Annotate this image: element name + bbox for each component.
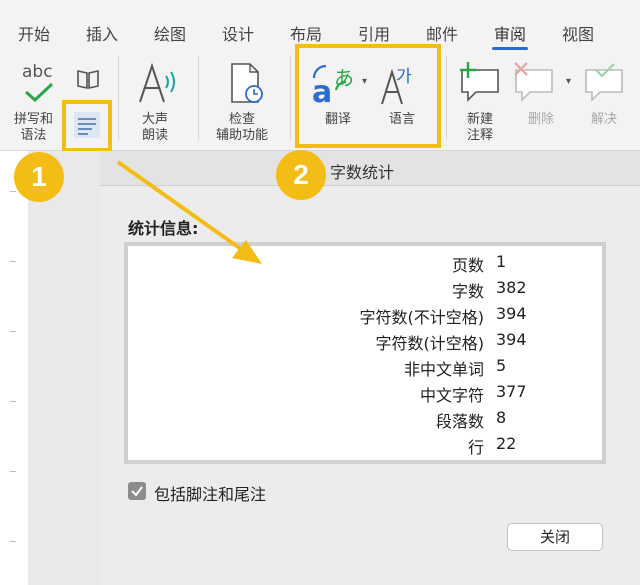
word-count-highlight-frame — [62, 100, 112, 152]
stat-row: 字符数(计空格) 394 — [128, 330, 602, 356]
stat-label-lines: 行 — [467, 438, 484, 457]
stat-row: 中文字符 377 — [128, 382, 602, 408]
stat-label-chars-with-spaces: 字符数(计空格) — [375, 334, 485, 353]
dialog-title-bar: 字数统计 — [100, 151, 640, 186]
include-footnotes-checkbox[interactable] — [128, 482, 146, 500]
tab-home[interactable]: 开始 — [18, 21, 50, 45]
stat-value-chars-no-spaces: 394 — [496, 304, 527, 323]
checkbox-check-icon — [131, 486, 143, 497]
dialog-title: 字数统计 — [330, 163, 395, 182]
thesaurus-book-icon[interactable] — [76, 68, 100, 90]
callout-badge-2: 2 — [276, 150, 326, 200]
stat-label-paragraphs: 段落数 — [435, 412, 484, 431]
document-area — [28, 151, 100, 585]
tab-view[interactable]: 视图 — [562, 21, 594, 45]
stat-row: 字符数(不计空格) 394 — [128, 304, 602, 330]
read-aloud-icon — [139, 62, 175, 103]
tab-mailings[interactable]: 邮件 — [426, 21, 458, 45]
close-button[interactable]: 关闭 — [507, 523, 603, 551]
tab-insert[interactable]: 插入 — [86, 21, 118, 45]
new-comment-label-line1: 新建 — [467, 112, 494, 127]
chevron-down-icon[interactable]: ▾ — [566, 76, 571, 87]
tab-review[interactable]: 审阅 — [491, 21, 529, 50]
stat-label-words: 字数 — [451, 282, 484, 301]
read-aloud-label-line1: 大声 — [142, 112, 169, 127]
tab-layout[interactable]: 布局 — [290, 21, 322, 45]
accessibility-label-line1: 检查 — [229, 112, 256, 127]
stat-row: 行 22 — [128, 434, 602, 460]
tab-references[interactable]: 引用 — [358, 21, 390, 45]
tab-design[interactable]: 设计 — [222, 21, 254, 45]
stat-label-pages: 页数 — [451, 256, 484, 275]
resolve-label: 解决 — [591, 112, 618, 127]
checkmark-icon — [25, 82, 54, 102]
ribbon-review-panel: abc 拼写和 语法 大声 朗读 检查 辅助功能 a あ ▾ 翻译 가 语言 新… — [0, 44, 640, 152]
stat-value-non-chinese-words: 5 — [496, 356, 507, 375]
new-comment-label-line2: 注释 — [467, 128, 494, 143]
tab-draw[interactable]: 绘图 — [154, 21, 186, 45]
spelling-label-line1: 拼写和 — [14, 112, 54, 127]
stat-row: 段落数 8 — [128, 408, 602, 434]
read-aloud-label-line2: 朗读 — [142, 128, 169, 143]
stat-label-chinese-chars: 中文字符 — [419, 386, 484, 405]
delete-label: 删除 — [528, 112, 555, 127]
stat-row: 非中文单词 5 — [128, 356, 602, 382]
stat-label-non-chinese-words: 非中文单词 — [403, 360, 484, 379]
delete-comment-icon — [514, 62, 553, 102]
stat-row: 字数 382 — [128, 278, 602, 304]
vertical-ruler — [0, 151, 29, 585]
statistics-header: 统计信息: — [128, 219, 199, 238]
word-count-dialog: 字数统计 统计信息: 页数 1 字数 382 字符数(不计空格) 394 字符数… — [100, 151, 640, 585]
ribbon-tab-bar: 开始 插入 绘图 设计 布局 引用 邮件 审阅 视图 — [0, 0, 640, 50]
stat-value-chinese-chars: 377 — [496, 382, 527, 401]
new-comment-icon — [460, 62, 499, 102]
resolve-comment-icon — [585, 63, 623, 102]
include-footnotes-label[interactable]: 包括脚注和尾注 — [154, 481, 266, 505]
statistics-box: 页数 1 字数 382 字符数(不计空格) 394 字符数(计空格) 394 非… — [124, 242, 606, 464]
abc-check-icon-text: abc — [22, 62, 53, 82]
stat-value-words: 382 — [496, 278, 527, 297]
stat-value-paragraphs: 8 — [496, 408, 507, 427]
spelling-label-line2: 语法 — [20, 128, 47, 143]
language-group-highlight-frame — [295, 44, 441, 148]
stat-row: 页数 1 — [128, 252, 602, 278]
stat-label-chars-no-spaces: 字符数(不计空格) — [359, 308, 485, 327]
stat-value-lines: 22 — [496, 434, 517, 453]
accessibility-label-line2: 辅助功能 — [216, 128, 269, 143]
stat-value-chars-with-spaces: 394 — [496, 330, 527, 349]
callout-badge-1: 1 — [14, 152, 64, 202]
accessibility-check-icon — [231, 63, 263, 103]
stat-value-pages: 1 — [496, 252, 507, 271]
